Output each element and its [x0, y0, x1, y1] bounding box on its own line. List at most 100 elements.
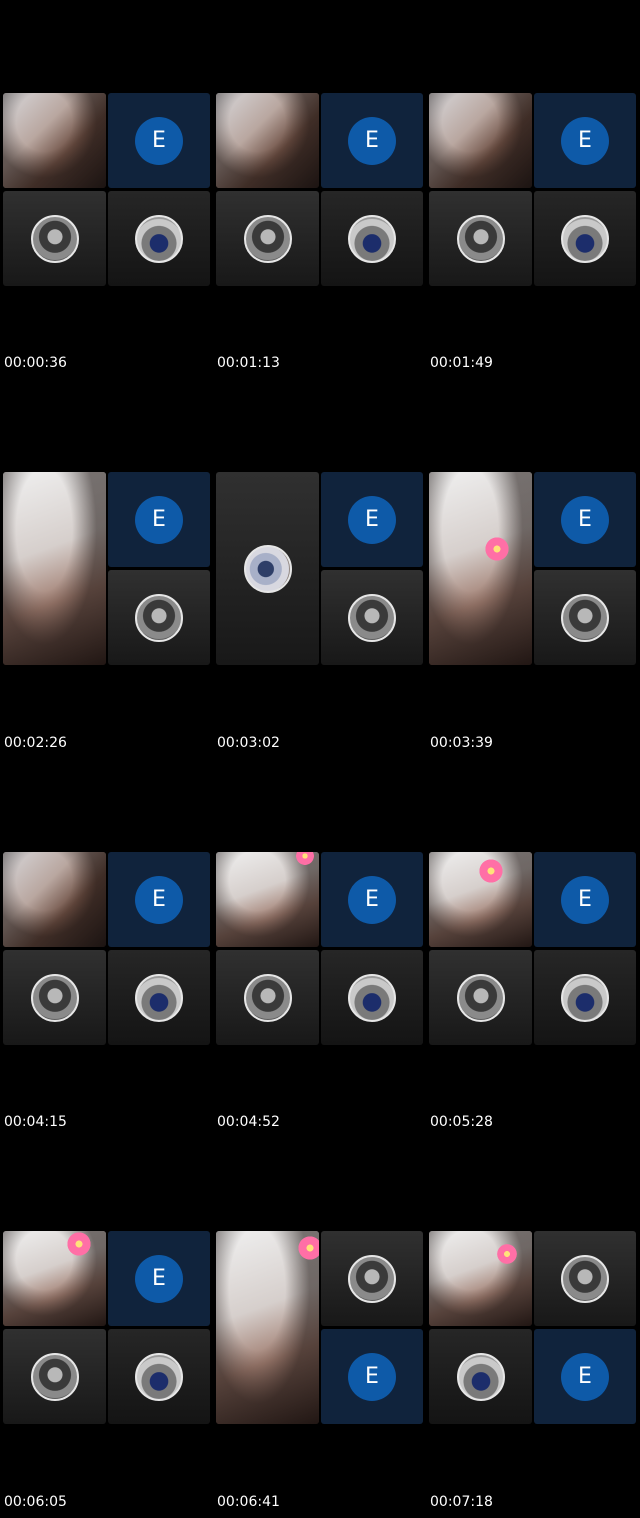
- frame-timestamp: 00:01:13: [217, 355, 280, 371]
- video-frame-thumbnail[interactable]: E: [3, 1231, 210, 1424]
- initial-badge: E: [135, 116, 183, 165]
- avatar-icon: [243, 973, 292, 1022]
- avatar-icon: [135, 593, 183, 642]
- participant-video-tile: [3, 852, 106, 947]
- participant-video-tile: [429, 852, 532, 947]
- video-frame-thumbnail[interactable]: E: [3, 93, 210, 286]
- initial-badge: E: [135, 495, 183, 544]
- initial-badge: E: [348, 1352, 396, 1401]
- video-frame-thumbnail[interactable]: E: [216, 93, 423, 286]
- frame-timestamp: 00:03:39: [430, 735, 493, 751]
- participant-initial-tile: E: [108, 852, 210, 947]
- video-frame-thumbnail[interactable]: E: [429, 1231, 636, 1424]
- initial-badge: E: [135, 1254, 183, 1303]
- participant-avatar-tile: [108, 191, 210, 286]
- participant-video-tile: [429, 93, 532, 188]
- video-shading: [3, 472, 106, 665]
- participant-avatar-tile: [534, 191, 636, 286]
- avatar-icon: [561, 1254, 609, 1303]
- avatar-icon: [135, 214, 183, 263]
- frame-timestamp: 00:00:36: [4, 355, 67, 371]
- participant-initial-tile: E: [108, 93, 210, 188]
- participant-avatar-tile: [108, 570, 210, 665]
- video-shading: [429, 93, 532, 188]
- initial-badge: E: [561, 495, 609, 544]
- frame-timestamp: 00:06:05: [4, 1494, 67, 1510]
- avatar-icon: [561, 973, 609, 1022]
- video-frame-thumbnail[interactable]: E: [429, 472, 636, 665]
- video-shading: [216, 1231, 319, 1424]
- video-shading: [429, 1231, 532, 1326]
- participant-initial-tile: E: [108, 472, 210, 567]
- initial-badge: E: [561, 1352, 609, 1401]
- video-shading: [216, 852, 319, 947]
- frame-timestamp: 00:07:18: [430, 1494, 493, 1510]
- participant-initial-tile: E: [321, 472, 423, 567]
- avatar-icon: [135, 973, 183, 1022]
- participant-initial-tile: E: [321, 93, 423, 188]
- video-frame-thumbnail[interactable]: E: [429, 93, 636, 286]
- initial-badge: E: [348, 116, 396, 165]
- participant-video-tile: [216, 1231, 319, 1424]
- participant-initial-tile: E: [534, 1329, 636, 1424]
- video-frame-thumbnail[interactable]: E: [216, 1231, 423, 1424]
- participant-avatar-tile: [321, 950, 423, 1045]
- participant-avatar-tile: [534, 950, 636, 1045]
- frame-timestamp: 00:04:15: [4, 1114, 67, 1130]
- participant-video-tile: [216, 93, 319, 188]
- video-frame-thumbnail[interactable]: E: [216, 472, 423, 665]
- participant-video-tile: [3, 472, 106, 665]
- participant-avatar-tile: [3, 1329, 106, 1424]
- avatar-icon: [456, 973, 505, 1022]
- avatar-icon: [243, 214, 292, 263]
- video-shading: [429, 472, 532, 665]
- initial-badge: E: [348, 875, 396, 924]
- avatar-icon: [561, 593, 609, 642]
- participant-avatar-tile: [534, 1231, 636, 1326]
- participant-avatar-tile: [429, 1329, 532, 1424]
- flower-icon: [496, 1243, 518, 1265]
- participant-avatar-tile: [3, 191, 106, 286]
- participant-initial-tile: E: [321, 1329, 423, 1424]
- participant-initial-tile: E: [534, 852, 636, 947]
- frame-timestamp: 00:03:02: [217, 735, 280, 751]
- flower-icon: [478, 858, 504, 884]
- video-shading: [216, 93, 319, 188]
- participant-avatar-tile: [429, 191, 532, 286]
- avatar-icon: [30, 1352, 79, 1401]
- participant-avatar-tile: [534, 570, 636, 665]
- participant-initial-tile: E: [534, 93, 636, 188]
- participant-initial-tile: E: [534, 472, 636, 567]
- participant-video-tile: [429, 472, 532, 665]
- video-frame-thumbnail[interactable]: E: [3, 852, 210, 1045]
- video-shading: [3, 93, 106, 188]
- initial-badge: E: [348, 495, 396, 544]
- frame-timestamp: 00:02:26: [4, 735, 67, 751]
- participant-video-tile: [3, 1231, 106, 1326]
- participant-initial-tile: E: [108, 1231, 210, 1326]
- participant-video-tile: [216, 852, 319, 947]
- avatar-icon: [135, 1352, 183, 1401]
- participant-avatar-tile: [429, 950, 532, 1045]
- participant-video-tile: [3, 93, 106, 188]
- initial-badge: E: [135, 875, 183, 924]
- avatar-icon: [456, 214, 505, 263]
- participant-avatar-tile: [321, 570, 423, 665]
- video-frame-thumbnail[interactable]: E: [216, 852, 423, 1045]
- participant-avatar-tile: [108, 1329, 210, 1424]
- participant-video-tile: [429, 1231, 532, 1326]
- avatar-icon: [348, 1254, 396, 1303]
- flower-icon: [297, 1235, 319, 1261]
- video-frame-thumbnail[interactable]: E: [429, 852, 636, 1045]
- frame-timestamp: 00:01:49: [430, 355, 493, 371]
- avatar-icon: [348, 593, 396, 642]
- frame-timestamp: 00:05:28: [430, 1114, 493, 1130]
- avatar-icon: [30, 214, 79, 263]
- participant-avatar-tile: [321, 191, 423, 286]
- video-frame-thumbnail[interactable]: E: [3, 472, 210, 665]
- initial-badge: E: [561, 116, 609, 165]
- initial-badge: E: [561, 875, 609, 924]
- avatar-icon: [243, 544, 292, 593]
- participant-avatar-tile: [216, 472, 319, 665]
- participant-avatar-tile: [108, 950, 210, 1045]
